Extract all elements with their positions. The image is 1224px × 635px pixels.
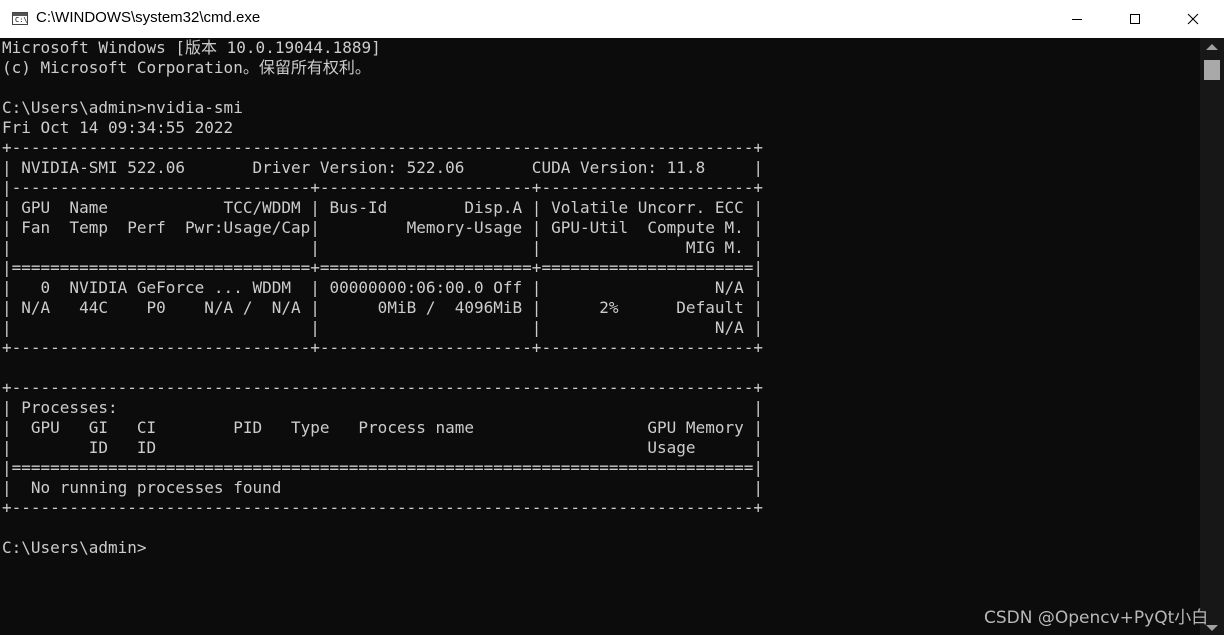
console-line: +---------------------------------------… — [2, 498, 763, 517]
console-line: | GPU Name TCC/WDDM | Bus-Id Disp.A | Vo… — [2, 198, 763, 217]
console-line: | No running processes found | — [2, 478, 763, 497]
console-line: |=======================================… — [2, 458, 763, 477]
cmd-app-icon[interactable]: C:\ — [12, 12, 28, 25]
console-line: | Fan Temp Perf Pwr:Usage/Cap| Memory-Us… — [2, 218, 763, 237]
minimize-button[interactable] — [1048, 0, 1106, 38]
console-line: +-------------------------------+-------… — [2, 338, 763, 357]
close-icon — [1187, 13, 1199, 25]
console-line: | N/A 44C P0 N/A / N/A | 0MiB / 4096MiB … — [2, 298, 763, 317]
console-output-area[interactable]: Microsoft Windows [版本 10.0.19044.1889] (… — [0, 38, 1200, 635]
console-line: | NVIDIA-SMI 522.06 Driver Version: 522.… — [2, 158, 763, 177]
console-line: C:\Users\admin> — [2, 538, 147, 557]
close-button[interactable] — [1164, 0, 1222, 38]
console-line: | Processes: | — [2, 398, 763, 417]
console-line: | GPU GI CI PID Type Process name GPU Me… — [2, 418, 763, 437]
title-bar[interactable]: C:\ C:\WINDOWS\system32\cmd.exe — [0, 0, 1224, 39]
console-line: | 0 NVIDIA GeForce ... WDDM | 00000000:0… — [2, 278, 763, 297]
console-line: Microsoft Windows [版本 10.0.19044.1889] — [2, 38, 381, 57]
console-line: | | | N/A | — [2, 318, 763, 337]
console-line: | ID ID Usage | — [2, 438, 763, 457]
console-text: Microsoft Windows [版本 10.0.19044.1889] (… — [2, 38, 763, 558]
console-line: +---------------------------------------… — [2, 378, 763, 397]
scroll-up-arrow-icon[interactable] — [1206, 44, 1218, 50]
maximize-button[interactable] — [1106, 0, 1164, 38]
vertical-scrollbar[interactable] — [1200, 38, 1224, 635]
console-line: |===============================+=======… — [2, 258, 763, 277]
console-line: Fri Oct 14 09:34:55 2022 — [2, 118, 234, 137]
minimize-icon — [1072, 19, 1082, 20]
console-line: +---------------------------------------… — [2, 138, 763, 157]
console-line: | | | MIG M. | — [2, 238, 763, 257]
scrollbar-thumb[interactable] — [1204, 60, 1220, 80]
console-line: (c) Microsoft Corporation。保留所有权利。 — [2, 58, 371, 77]
cmd-icon-label: C:\ — [15, 16, 28, 24]
maximize-icon — [1130, 14, 1140, 24]
console-line: |-------------------------------+-------… — [2, 178, 763, 197]
csdn-watermark: CSDN @Opencv+PyQt小白 — [984, 608, 1209, 628]
console-line: C:\Users\admin>nvidia-smi — [2, 98, 243, 117]
window-title: C:\WINDOWS\system32\cmd.exe — [36, 9, 261, 26]
